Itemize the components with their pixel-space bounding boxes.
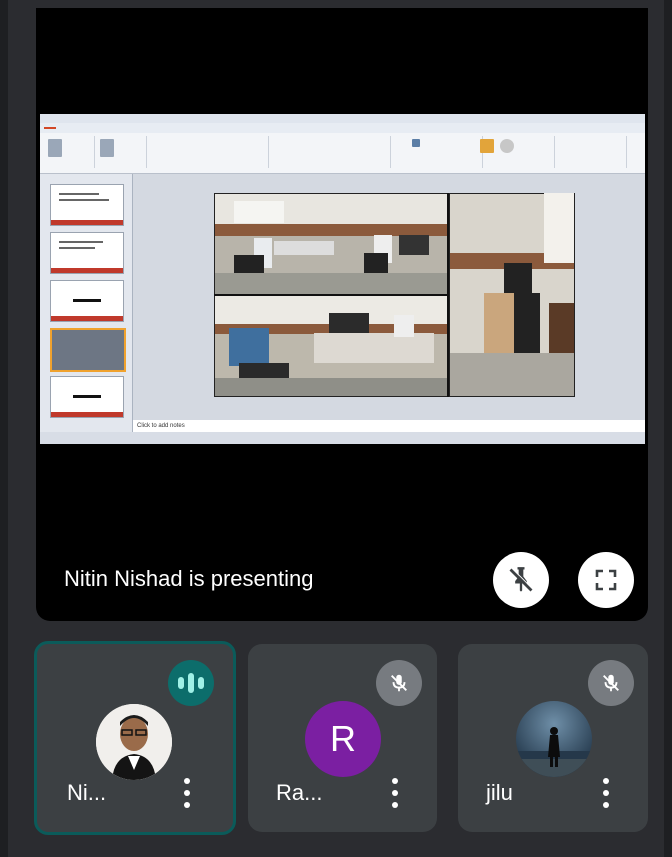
shared-screen-powerpoint: Click to add notes xyxy=(40,114,645,444)
fullscreen-icon xyxy=(595,569,617,591)
participant-name: jilu xyxy=(486,780,513,805)
presenting-status: Nitin Nishad is presenting xyxy=(64,566,314,591)
ppt-ribbon xyxy=(40,133,645,174)
avatar: R xyxy=(305,701,381,777)
participant-name: Ni... xyxy=(67,780,107,805)
slide-photo-collage xyxy=(214,193,575,397)
ppt-title-bar xyxy=(40,114,645,123)
ppt-slide-thumbnails xyxy=(40,174,133,432)
presentation-stage[interactable]: Click to add notes Nitin Nishad is prese… xyxy=(36,8,648,621)
avatar xyxy=(96,704,172,780)
ppt-ribbon-tabs xyxy=(40,123,645,133)
fullscreen-button[interactable] xyxy=(578,552,634,608)
avatar xyxy=(516,701,592,777)
right-edge xyxy=(664,0,672,857)
avatar-letter: R xyxy=(330,718,356,759)
participant-tile-1[interactable]: Ni... xyxy=(34,641,236,835)
participant-name: Ra... xyxy=(276,780,323,805)
participant-tile-2[interactable]: R Ra... xyxy=(248,644,437,832)
ppt-notes-pane: Click to add notes xyxy=(133,420,645,432)
ppt-file-tab xyxy=(44,127,56,129)
more-options-button[interactable] xyxy=(602,778,610,808)
ppt-status-bar xyxy=(40,432,645,444)
mic-off-icon xyxy=(376,660,422,706)
unpin-button[interactable] xyxy=(493,552,549,608)
left-edge xyxy=(0,0,8,857)
mic-off-icon xyxy=(588,660,634,706)
pin-off-icon xyxy=(509,567,534,592)
more-options-button[interactable] xyxy=(183,778,191,808)
ppt-slide-canvas xyxy=(133,174,645,420)
more-options-button[interactable] xyxy=(391,778,399,808)
participant-tile-3[interactable]: jilu xyxy=(458,644,648,832)
speaking-indicator-icon xyxy=(168,660,214,706)
